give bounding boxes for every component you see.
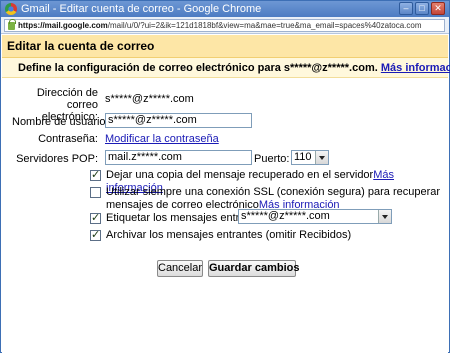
port-label: Puerto: (254, 153, 290, 165)
password-label: Contraseña: (38, 133, 98, 145)
username-field[interactable]: s*****@z*****.com (105, 113, 252, 128)
label-select[interactable]: s*****@z*****.com (238, 209, 392, 224)
url-host: https://mail.google.com (18, 21, 108, 30)
port-select[interactable]: 110 (291, 150, 329, 165)
ssl-checkbox[interactable] (90, 187, 101, 198)
label-select-value: s*****@z*****.com (241, 210, 330, 222)
archive-incoming-label: Archivar los mensajes entrantes (omitir … (106, 229, 352, 241)
save-changes-button[interactable]: Guardar cambios (208, 260, 299, 277)
chevron-down-icon (378, 210, 391, 223)
intro-prefix: Define la configuración de correo electr… (18, 62, 284, 74)
edit-account-panel: Editar la cuenta de correo Define la con… (2, 35, 450, 353)
chevron-down-icon (315, 151, 328, 164)
address-bar: https://mail.google.com/mail/u/0/?ui=2&i… (1, 17, 449, 34)
minimize-button[interactable]: – (399, 2, 413, 15)
url-path: /mail/u/0/?ui=2&ik=121d1818bf&view=ma&ma… (107, 21, 422, 30)
username-label: Nombre de usuario: (12, 116, 109, 128)
panel-title: Editar la cuenta de correo (7, 39, 155, 53)
close-button[interactable]: ✕ (431, 2, 445, 15)
pop-server-field[interactable]: mail.z*****.com (105, 150, 252, 165)
change-password-link[interactable]: Modificar la contraseña (105, 133, 219, 145)
label-incoming-checkbox[interactable] (90, 211, 101, 224)
chrome-icon (5, 3, 17, 15)
leave-copy-text: Dejar una copia del mensaje recuperado e… (106, 169, 374, 181)
url-field[interactable]: https://mail.google.com/mail/u/0/?ui=2&i… (4, 19, 445, 32)
port-value: 110 (294, 151, 312, 163)
browser-window: Gmail - Editar cuenta de correo - Google… (0, 0, 450, 353)
email-value: s*****@z*****.com (105, 93, 194, 105)
archive-incoming-checkbox[interactable] (90, 228, 101, 241)
cancel-button[interactable]: Cancelar (157, 260, 203, 277)
maximize-button[interactable]: □ (415, 2, 429, 15)
intro-email: s*****@z*****.com. (283, 62, 378, 74)
leave-copy-checkbox[interactable] (90, 168, 101, 181)
ssl-lock-icon (8, 19, 16, 30)
intro-bar: Define la configuración de correo electr… (2, 58, 450, 78)
window-title: Gmail - Editar cuenta de correo - Google… (21, 3, 262, 15)
pop-server-label: Servidores POP: (16, 153, 98, 165)
intro-more-info-link[interactable]: Más información (381, 62, 450, 74)
title-bar: Gmail - Editar cuenta de correo - Google… (1, 1, 449, 17)
url-text: https://mail.google.com/mail/u/0/?ui=2&i… (18, 20, 422, 31)
panel-header: Editar la cuenta de correo (2, 35, 448, 58)
intro-text: Define la configuración de correo electr… (18, 62, 450, 74)
